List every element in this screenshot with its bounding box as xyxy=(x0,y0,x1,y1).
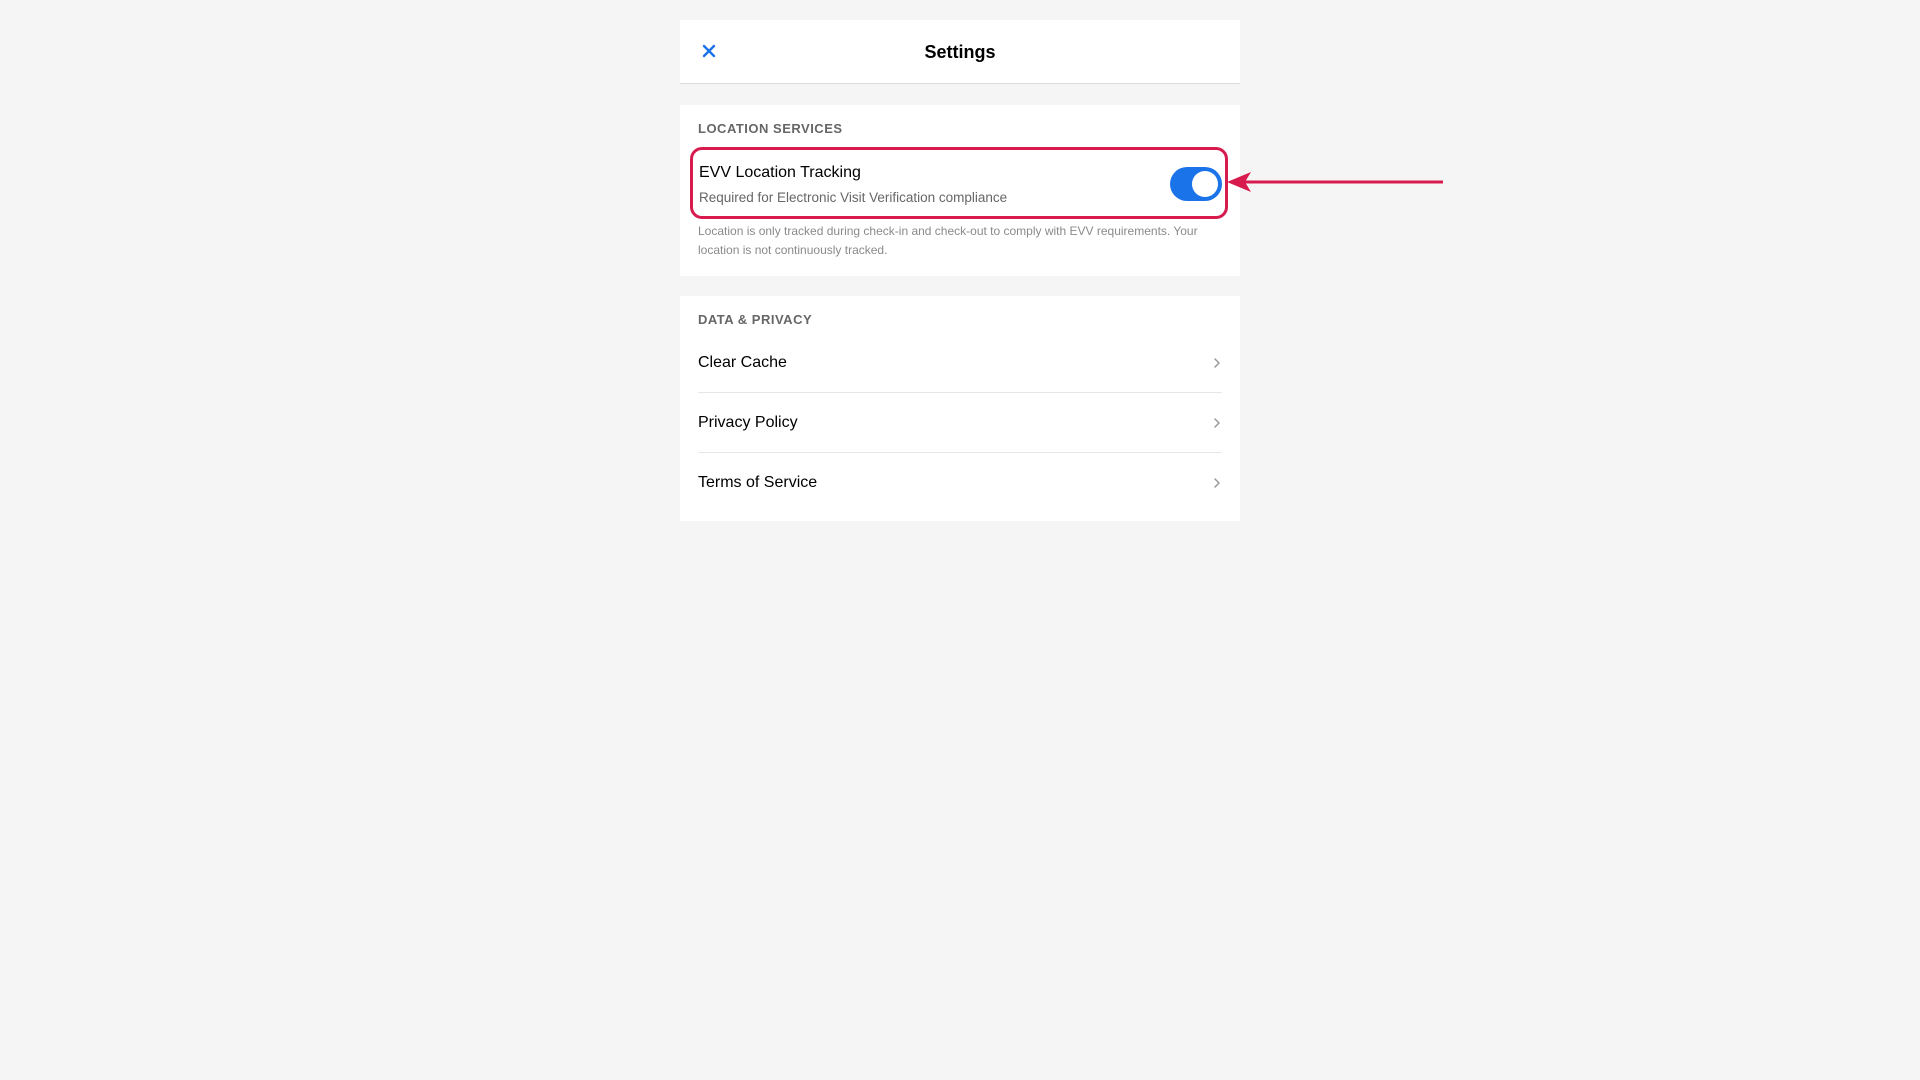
page-title: Settings xyxy=(924,42,996,62)
location-tracking-note: Location is only tracked during check-in… xyxy=(698,224,1198,257)
data-privacy-section: DATA & PRIVACY Clear Cache Privacy Polic… xyxy=(680,296,1240,521)
evv-location-tracking-toggle[interactable] xyxy=(1170,167,1222,201)
section-title-data-privacy: DATA & PRIVACY xyxy=(698,312,813,327)
toggle-knob xyxy=(1192,171,1218,197)
list-item-label: Clear Cache xyxy=(698,354,787,371)
location-services-section: LOCATION SERVICES EVV Location Tracking … xyxy=(680,105,1240,276)
list-item-clear-cache[interactable]: Clear Cache xyxy=(698,333,1222,393)
chevron-right-icon xyxy=(1214,478,1220,488)
list-item-label: Privacy Policy xyxy=(698,414,798,431)
list-item-privacy-policy[interactable]: Privacy Policy xyxy=(698,393,1222,453)
evv-location-tracking-description: Required for Electronic Visit Verificati… xyxy=(699,190,1008,205)
evv-location-tracking-row: EVV Location Tracking Required for Elect… xyxy=(690,147,1228,219)
chevron-right-icon xyxy=(1214,418,1220,428)
list-item-terms-of-service[interactable]: Terms of Service xyxy=(698,453,1222,513)
arrow-left-icon xyxy=(1227,172,1443,192)
evv-location-tracking-label: EVV Location Tracking xyxy=(699,164,861,181)
chevron-right-icon xyxy=(1214,358,1220,368)
settings-header: Settings xyxy=(680,20,1240,84)
section-title-location-services: LOCATION SERVICES xyxy=(698,121,843,136)
list-item-label: Terms of Service xyxy=(698,474,818,491)
